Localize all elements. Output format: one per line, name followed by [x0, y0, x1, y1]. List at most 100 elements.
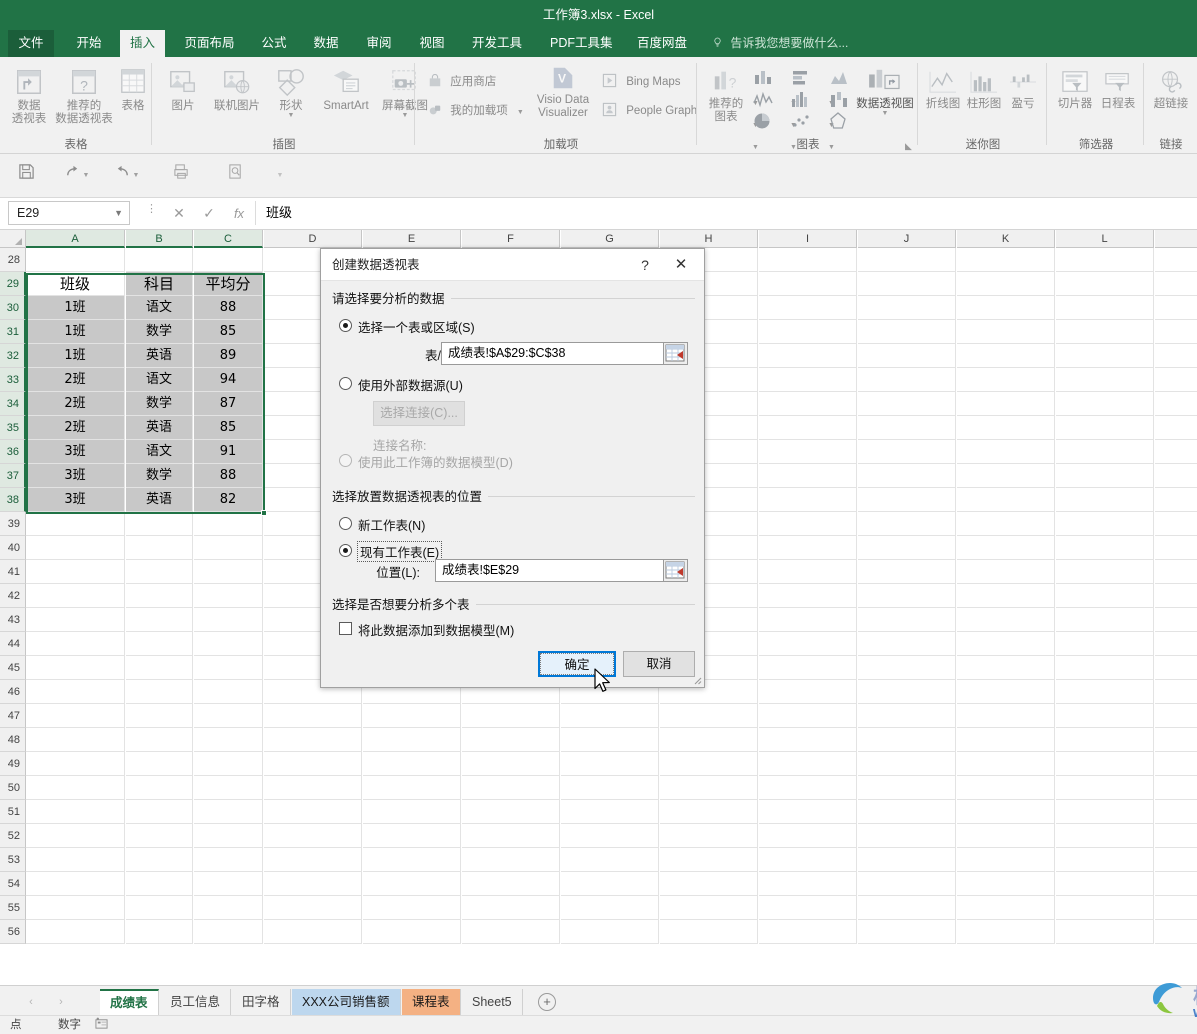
cell-J52[interactable] — [858, 824, 956, 848]
cell-L32[interactable] — [1056, 344, 1154, 368]
cell-G49[interactable] — [561, 752, 659, 776]
column-header-M[interactable]: M — [1155, 230, 1197, 248]
cell-A38[interactable]: 3班 — [26, 488, 125, 512]
cell-K54[interactable] — [957, 872, 1055, 896]
cell-J53[interactable] — [858, 848, 956, 872]
cell-B30[interactable]: 语文 — [126, 296, 193, 320]
cell-B45[interactable] — [126, 656, 193, 680]
cell-L45[interactable] — [1056, 656, 1154, 680]
shapes-caret-icon[interactable]: ▼ — [270, 112, 312, 119]
cell-K37[interactable] — [957, 464, 1055, 488]
cell-G51[interactable] — [561, 800, 659, 824]
cell-E54[interactable] — [363, 872, 461, 896]
cell-I46[interactable] — [759, 680, 857, 704]
tab-baidu-netdisk[interactable]: 百度网盘 — [627, 30, 697, 57]
cell-M53[interactable] — [1155, 848, 1197, 872]
accept-entry-button[interactable]: ✓ — [196, 203, 222, 224]
insert-function-button[interactable]: fx — [226, 203, 252, 224]
quick-print-button[interactable] — [167, 162, 195, 190]
cell-M46[interactable] — [1155, 680, 1197, 704]
cell-A47[interactable] — [26, 704, 125, 728]
cell-B56[interactable] — [126, 920, 193, 944]
cell-L48[interactable] — [1056, 728, 1154, 752]
cell-C49[interactable] — [194, 752, 263, 776]
row-header-28[interactable]: 28 — [0, 248, 26, 272]
column-header-K[interactable]: K — [957, 230, 1055, 248]
cell-H54[interactable] — [660, 872, 758, 896]
cell-B32[interactable]: 英语 — [126, 344, 193, 368]
column-header-E[interactable]: E — [363, 230, 461, 248]
cell-F49[interactable] — [462, 752, 560, 776]
cell-M29[interactable] — [1155, 272, 1197, 296]
cell-D54[interactable] — [264, 872, 362, 896]
cell-M44[interactable] — [1155, 632, 1197, 656]
cell-B50[interactable] — [126, 776, 193, 800]
row-header-37[interactable]: 37 — [0, 464, 26, 488]
table-button[interactable]: 表格 — [116, 67, 150, 113]
cell-I41[interactable] — [759, 560, 857, 584]
cell-K47[interactable] — [957, 704, 1055, 728]
cell-M51[interactable] — [1155, 800, 1197, 824]
cell-B54[interactable] — [126, 872, 193, 896]
dialog-help-button[interactable]: ? — [630, 249, 660, 281]
sheet-tab-2[interactable]: 员工信息 — [160, 989, 232, 1015]
cell-A28[interactable] — [26, 248, 125, 272]
cell-B36[interactable]: 语文 — [126, 440, 193, 464]
cell-A46[interactable] — [26, 680, 125, 704]
my-addins-caret-icon[interactable]: ▼ — [517, 109, 524, 116]
qat-customize-caret-icon[interactable]: ▼ — [274, 162, 286, 190]
row-header-30[interactable]: 30 — [0, 296, 26, 320]
cell-M35[interactable] — [1155, 416, 1197, 440]
cell-C31[interactable]: 85 — [194, 320, 263, 344]
fill-handle[interactable] — [261, 510, 267, 516]
row-header-52[interactable]: 52 — [0, 824, 26, 848]
row-header-51[interactable]: 51 — [0, 800, 26, 824]
cell-B29[interactable]: 科目 — [126, 272, 193, 296]
column-header-J[interactable]: J — [858, 230, 956, 248]
column-header-H[interactable]: H — [660, 230, 758, 248]
cell-K43[interactable] — [957, 608, 1055, 632]
cell-M41[interactable] — [1155, 560, 1197, 584]
winloss-sparkline-button[interactable]: 盈亏 — [1006, 69, 1040, 111]
row-header-36[interactable]: 36 — [0, 440, 26, 464]
cell-L44[interactable] — [1056, 632, 1154, 656]
row-header-41[interactable]: 41 — [0, 560, 26, 584]
cell-H53[interactable] — [660, 848, 758, 872]
cancel-entry-button[interactable]: ✕ — [166, 203, 192, 224]
cell-J30[interactable] — [858, 296, 956, 320]
cell-C46[interactable] — [194, 680, 263, 704]
status-record-macro-icon[interactable] — [95, 1016, 108, 1034]
cell-B35[interactable]: 英语 — [126, 416, 193, 440]
tab-pdf-tools[interactable]: PDF工具集 — [540, 30, 620, 57]
tab-review[interactable]: 审阅 — [355, 30, 403, 57]
cell-M52[interactable] — [1155, 824, 1197, 848]
formula-bar-grip[interactable]: ⋮ — [146, 204, 157, 221]
cell-B37[interactable]: 数学 — [126, 464, 193, 488]
column-header-D[interactable]: D — [264, 230, 362, 248]
smartart-button[interactable]: SmartArt — [313, 67, 379, 113]
cell-H52[interactable] — [660, 824, 758, 848]
row-header-34[interactable]: 34 — [0, 392, 26, 416]
cell-I34[interactable] — [759, 392, 857, 416]
cell-I38[interactable] — [759, 488, 857, 512]
cell-E48[interactable] — [363, 728, 461, 752]
cell-G47[interactable] — [561, 704, 659, 728]
cell-A42[interactable] — [26, 584, 125, 608]
cell-I31[interactable] — [759, 320, 857, 344]
radio-select-range[interactable] — [339, 319, 352, 332]
column-header-B[interactable]: B — [126, 230, 193, 248]
cell-L41[interactable] — [1056, 560, 1154, 584]
row-header-39[interactable]: 39 — [0, 512, 26, 536]
row-header-48[interactable]: 48 — [0, 728, 26, 752]
cell-A49[interactable] — [26, 752, 125, 776]
row-header-45[interactable]: 45 — [0, 656, 26, 680]
sheet-tab-4[interactable]: XXX公司销售额 — [292, 989, 401, 1015]
cell-J28[interactable] — [858, 248, 956, 272]
radio-existing-worksheet[interactable] — [339, 544, 352, 557]
cell-C39[interactable] — [194, 512, 263, 536]
cell-H47[interactable] — [660, 704, 758, 728]
cell-A36[interactable]: 3班 — [26, 440, 125, 464]
cell-F54[interactable] — [462, 872, 560, 896]
cell-J38[interactable] — [858, 488, 956, 512]
timeline-button[interactable]: 日程表 — [1097, 69, 1139, 111]
